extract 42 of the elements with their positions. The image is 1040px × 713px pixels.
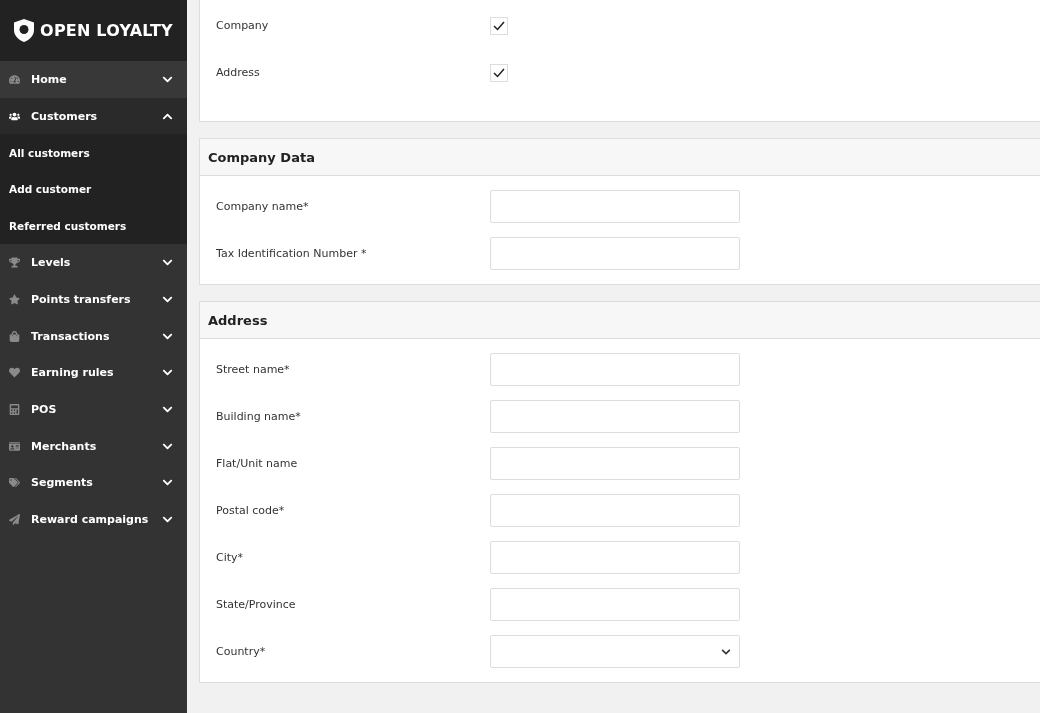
input-field[interactable] [490,588,740,621]
field-label: Postal code* [216,504,286,517]
input-field[interactable] [490,400,740,433]
paper-plane-icon [9,514,20,526]
shield-logo-icon [14,19,35,42]
input-field[interactable] [490,190,740,223]
nav-subitem[interactable]: All customers [0,134,187,172]
field-label: Street name* [216,363,291,376]
input-field[interactable] [490,353,740,386]
nav-subitem[interactable]: Add customer [0,171,187,208]
input-field[interactable] [490,494,740,527]
tags-icon [9,477,20,489]
nav-item[interactable]: Home [0,61,187,98]
field-label: Company name* [216,200,310,213]
chevron-down-icon [721,646,731,657]
bag-icon [9,330,20,342]
nav-item[interactable]: Customers [0,97,187,135]
dashboard-icon [9,73,20,85]
field-label: Tax Identification Number * [216,247,368,260]
field-label: Country* [216,645,267,658]
checkbox[interactable] [490,16,508,35]
input-field[interactable] [490,447,740,480]
field-label: Building name* [216,410,302,423]
option-label: Address [216,66,261,79]
section-title: Address [200,302,1040,339]
field-label: State/Province [216,598,297,611]
input-field[interactable] [490,237,740,270]
logo-text: OPEN LOYALTY [40,21,173,40]
users-icon [9,110,20,122]
select-field[interactable] [490,635,740,668]
nav-subitem[interactable]: Referred customers [0,207,187,245]
input-field[interactable] [490,541,740,574]
field-label: City* [216,551,245,564]
calculator-icon [9,404,20,416]
field-label: Flat/Unit name [216,457,299,470]
section-title: Company Data [200,139,1040,176]
option-label: Company [216,19,270,32]
id-card-icon [9,440,20,452]
star-icon [9,293,20,305]
trophy-icon [9,257,20,269]
checkbox[interactable] [490,63,508,82]
heart-icon [9,367,20,379]
